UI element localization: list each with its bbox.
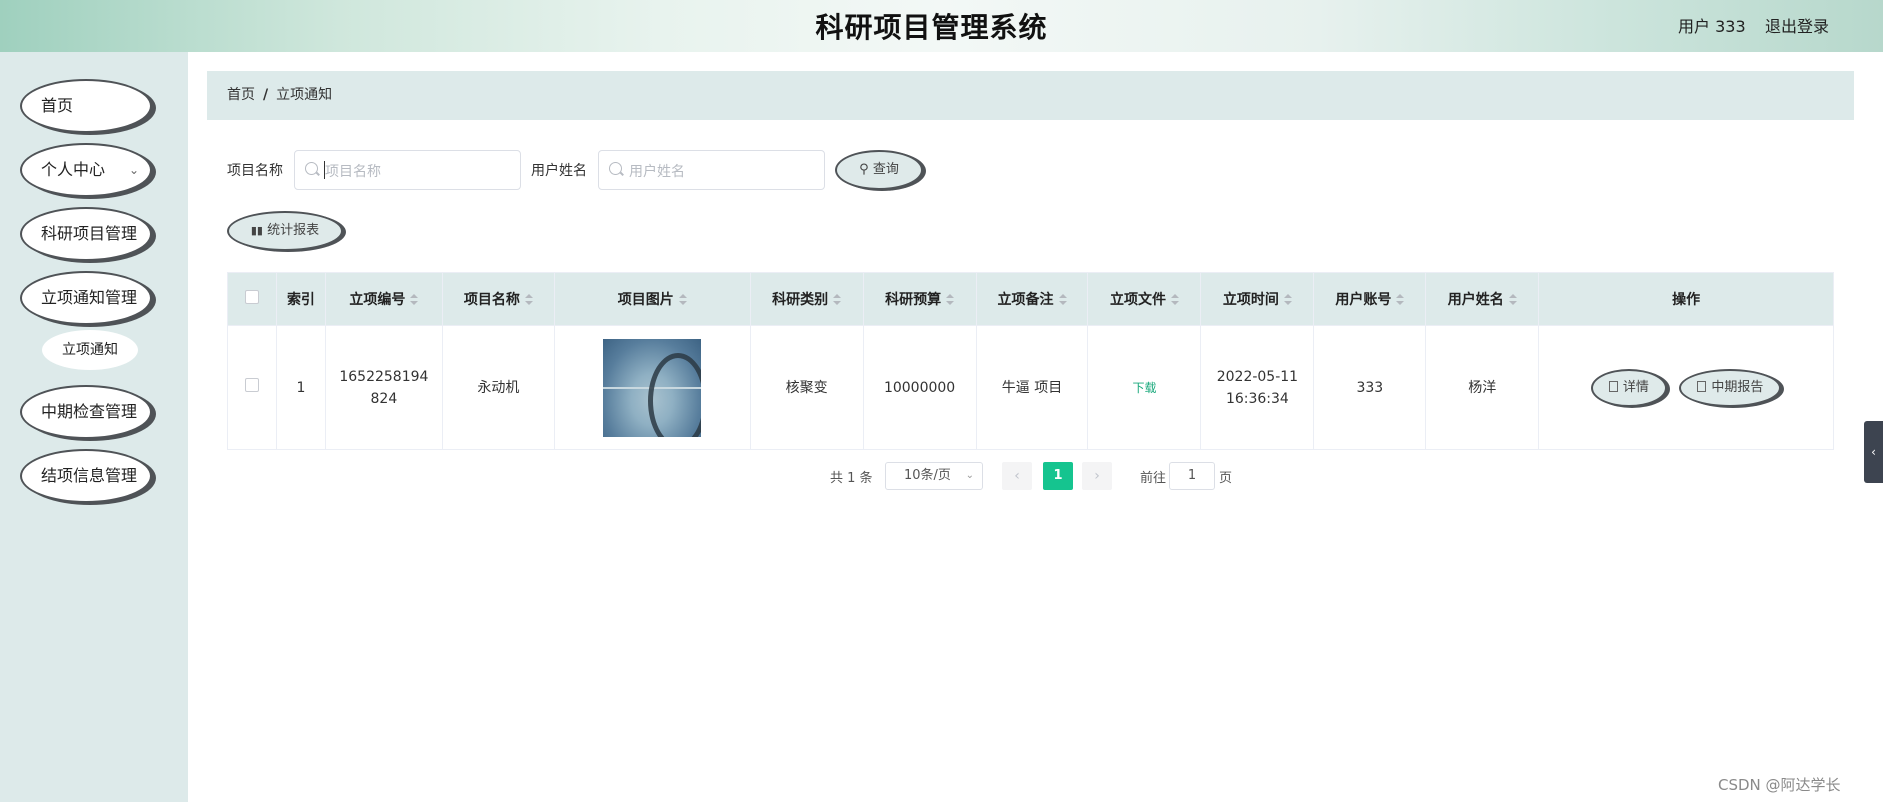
search-icon xyxy=(305,162,318,175)
search-icon: ⚲ xyxy=(859,162,869,177)
breadcrumb-separator: / xyxy=(263,87,269,103)
sidebar-item-home[interactable]: 首页 xyxy=(20,79,152,133)
current-user: 用户 333 xyxy=(1678,17,1746,36)
detail-button[interactable]: 详情 xyxy=(1590,368,1667,407)
sort-icon[interactable] xyxy=(1283,294,1292,306)
cell-username: 杨洋 xyxy=(1425,325,1540,450)
logout-link[interactable]: 退出登录 xyxy=(1765,13,1829,37)
download-link[interactable]: 下载 xyxy=(1132,381,1156,395)
sidebar-item-completion-info[interactable]: 结项信息管理 xyxy=(20,449,152,503)
document-icon xyxy=(1608,380,1618,392)
goto-page-input[interactable]: 1 xyxy=(1169,462,1215,490)
sidebar-item-midterm-check[interactable]: 中期检查管理 xyxy=(20,385,152,439)
query-button[interactable]: ⚲ 查询 xyxy=(835,150,923,190)
page-suffix: 页 xyxy=(1219,471,1233,486)
sort-icon[interactable] xyxy=(1058,294,1067,306)
sidebar-item-label: 首页 xyxy=(41,96,74,115)
column-header[interactable]: 用户姓名 xyxy=(1425,272,1540,326)
cell-image xyxy=(553,325,751,450)
chevron-down-icon: ⌄ xyxy=(129,163,140,177)
user-name-input[interactable]: 用户姓名 xyxy=(598,150,825,190)
app-header: 科研项目管理系统 用户 333 退出登录 xyxy=(0,0,1883,52)
sort-icon[interactable] xyxy=(1170,294,1179,306)
sidebar-item-project-management[interactable]: 科研项目管理 xyxy=(20,207,152,261)
select-all-header xyxy=(227,272,277,326)
user-name-placeholder: 用户姓名 xyxy=(629,164,685,180)
notice-table: 索引 立项编号 项目名称 项目图片 科研类别 科研预算 立项备注 立项文件 立项… xyxy=(227,272,1834,450)
cell-time: 2022-05-11 16:36:34 xyxy=(1200,325,1315,450)
pagination-total: 共 1 条 xyxy=(830,471,873,486)
sort-icon[interactable] xyxy=(1508,294,1517,306)
row-checkbox[interactable] xyxy=(244,377,259,392)
sidebar-subitem-notice[interactable]: 立项通知 xyxy=(42,330,138,370)
cell-budget: 10000000 xyxy=(862,325,977,450)
cell-index: 1 xyxy=(275,325,326,450)
chevron-right-icon: › xyxy=(1094,468,1100,484)
sidebar-item-label: 立项通知管理 xyxy=(41,288,138,307)
column-header[interactable]: 科研预算 xyxy=(862,272,977,326)
page-size-value: 10条/页 xyxy=(904,468,951,483)
project-name-placeholder: 项目名称 xyxy=(325,164,381,180)
column-header[interactable]: 立项备注 xyxy=(975,272,1089,326)
breadcrumb: 首页 / 立项通知 xyxy=(207,71,1854,120)
project-name-label: 项目名称 xyxy=(227,163,283,179)
cell-remark: 牛逼 项目 xyxy=(975,325,1089,450)
select-all-checkbox[interactable] xyxy=(244,290,259,304)
cell-file: 下载 xyxy=(1087,325,1202,450)
column-header: 索引 xyxy=(275,272,326,326)
cell-code: 1652258194824 xyxy=(324,325,443,450)
table-header-row: 索引 立项编号 项目名称 项目图片 科研类别 科研预算 立项备注 立项文件 立项… xyxy=(227,272,1834,326)
stats-report-button[interactable]: ▮▮ 统计报表 xyxy=(227,211,343,251)
bar-chart-icon: ▮▮ xyxy=(250,224,263,237)
stats-report-label: 统计报表 xyxy=(267,223,320,238)
sidebar-item-label: 科研项目管理 xyxy=(41,224,138,243)
table-row: 1 1652258194824 永动机 核聚变 10000000 牛逼 项目 下… xyxy=(227,325,1834,450)
column-header[interactable]: 立项时间 xyxy=(1200,272,1315,326)
sidebar-item-label: 个人中心 xyxy=(41,160,106,179)
sidebar: 首页 个人中心 ⌄ 科研项目管理 立项通知管理 立项通知 中期检查管理 结项信息管… xyxy=(0,52,188,802)
column-header[interactable]: 科研类别 xyxy=(749,272,864,326)
midterm-report-button[interactable]: 中期报告 xyxy=(1679,368,1782,407)
sort-icon[interactable] xyxy=(946,294,955,306)
breadcrumb-current: 立项通知 xyxy=(276,87,333,103)
user-name-label: 用户姓名 xyxy=(531,163,587,179)
chevron-down-icon: ⌄ xyxy=(965,470,974,481)
column-header[interactable]: 立项编号 xyxy=(324,272,443,326)
project-name-input[interactable]: 项目名称 xyxy=(294,150,521,190)
query-button-label: 查询 xyxy=(872,162,899,177)
cell-account: 333 xyxy=(1313,325,1427,450)
cell-name: 永动机 xyxy=(441,325,555,450)
sidebar-item-label: 中期检查管理 xyxy=(41,402,138,421)
document-icon xyxy=(1697,380,1707,392)
page-size-select[interactable]: 10条/页 ⌄ xyxy=(885,462,983,490)
column-header[interactable]: 项目图片 xyxy=(553,272,751,326)
project-image[interactable] xyxy=(603,338,702,437)
cell-category: 核聚变 xyxy=(749,325,864,450)
sort-icon[interactable] xyxy=(524,294,533,306)
collapse-panel-toggle[interactable]: ‹ xyxy=(1864,421,1883,483)
search-icon xyxy=(609,162,622,175)
sort-icon[interactable] xyxy=(1396,294,1405,306)
column-header: 操作 xyxy=(1538,272,1834,326)
chevron-left-icon: ‹ xyxy=(1014,468,1020,484)
row-select-cell xyxy=(227,325,277,450)
page-number[interactable]: 1 xyxy=(1043,462,1073,490)
watermark: CSDN @阿达学长 xyxy=(1718,776,1841,794)
sort-icon[interactable] xyxy=(678,294,687,306)
sidebar-item-label: 结项信息管理 xyxy=(41,466,138,485)
column-header[interactable]: 立项文件 xyxy=(1087,272,1202,326)
sort-icon[interactable] xyxy=(833,294,842,306)
sort-icon[interactable] xyxy=(410,294,419,306)
sidebar-item-notice-management[interactable]: 立项通知管理 xyxy=(20,271,152,325)
sidebar-item-profile[interactable]: 个人中心 ⌄ xyxy=(20,143,152,197)
app-title: 科研项目管理系统 xyxy=(815,11,1048,44)
chevron-left-icon: ‹ xyxy=(1871,445,1876,459)
goto-label: 前往 xyxy=(1140,471,1167,486)
breadcrumb-home[interactable]: 首页 xyxy=(227,87,255,103)
cell-actions: 详情 中期报告 xyxy=(1538,325,1834,450)
prev-page-button[interactable]: ‹ xyxy=(1002,462,1032,490)
next-page-button[interactable]: › xyxy=(1082,462,1112,490)
column-header[interactable]: 用户账号 xyxy=(1313,272,1427,326)
column-header[interactable]: 项目名称 xyxy=(441,272,555,326)
